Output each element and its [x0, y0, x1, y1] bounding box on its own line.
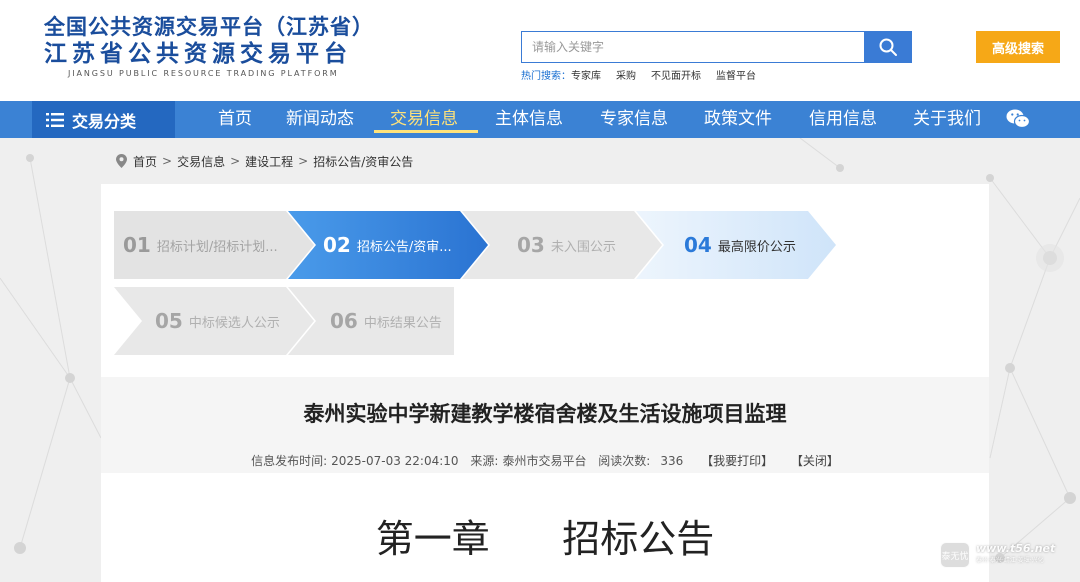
step-label: 中标结果公告: [363, 315, 442, 331]
nav-item-entity-info[interactable]: 主体信息: [495, 101, 563, 138]
article-title: 泰州实验中学新建教学楼宿舍楼及生活设施项目监理: [303, 402, 787, 426]
category-menu-label: 交易分类: [72, 111, 137, 131]
process-step-04[interactable]: 04 最高限价公示: [636, 211, 836, 279]
nav-item-policy[interactable]: 政策文件: [704, 101, 772, 138]
search-button[interactable]: [864, 31, 912, 63]
logo-title-line2: 江苏省公共资源交易平台: [44, 41, 352, 67]
site-watermark: 泰无忧 www.t56.net 泰州·泰兴·靖江·姜堰·兴化: [940, 538, 1070, 572]
nav-item-news[interactable]: 新闻动态: [286, 101, 354, 138]
reads-label: 阅读次数:: [598, 454, 651, 468]
process-step-05[interactable]: 05 中标候选人公示: [114, 287, 314, 355]
logo-subtitle-en: JIANGSU PUBLIC RESOURCE TRADING PLATFORM: [68, 69, 339, 78]
breadcrumb-item[interactable]: 建设工程: [245, 153, 293, 170]
step-label: 中标候选人公示: [188, 315, 280, 331]
nav-item-credit[interactable]: 信用信息: [809, 101, 877, 138]
publish-label: 信息发布时间:: [251, 454, 328, 468]
watermark-subtitle: 泰州·泰兴·靖江·姜堰·兴化: [976, 557, 1044, 564]
step-number: 05: [155, 309, 183, 333]
logo-title-line1: 全国公共资源交易平台（江苏省）: [44, 15, 374, 39]
wechat-icon[interactable]: [1006, 108, 1030, 130]
nav-active-indicator: [374, 130, 478, 133]
menu-list-icon: [46, 112, 64, 127]
process-step-02[interactable]: 02 招标公告/资审...: [288, 211, 488, 279]
step-number: 06: [330, 309, 358, 333]
step-number: 02: [323, 233, 351, 257]
breadcrumb-item[interactable]: 交易信息: [177, 153, 225, 170]
source-label: 来源:: [470, 454, 499, 468]
process-step-06[interactable]: 06 中标结果公告: [288, 287, 458, 355]
site-logo[interactable]: 全国公共资源交易平台（江苏省） 江苏省公共资源交易平台 JIANGSU PUBL…: [44, 14, 374, 80]
process-step-01[interactable]: 01 招标计划/招标计划...: [114, 211, 314, 279]
site-header: 全国公共资源交易平台（江苏省） 江苏省公共资源交易平台 JIANGSU PUBL…: [0, 0, 1080, 101]
breadcrumb: 首页 > 交易信息 > 建设工程 > 招标公告/资审公告: [116, 152, 413, 170]
hot-search-link[interactable]: 采购: [616, 71, 636, 82]
hot-search-label: 热门搜索：: [521, 71, 571, 82]
step-number: 01: [123, 233, 151, 257]
breadcrumb-item[interactable]: 招标公告/资审公告: [313, 153, 413, 170]
main-nav: 交易分类 首页 新闻动态 交易信息 主体信息 专家信息 政策文件 信用信息 关于…: [0, 101, 1080, 138]
nav-item-about[interactable]: 关于我们: [913, 101, 981, 138]
hot-search-link[interactable]: 不见面开标: [651, 71, 701, 82]
breadcrumb-separator: >: [162, 154, 173, 168]
hot-search: 热门搜索：专家库 采购 不见面开标 监督平台: [521, 67, 771, 82]
step-label: 招标计划/招标计划...: [156, 239, 278, 255]
chapter-heading: 第一章 招标公告: [375, 517, 715, 561]
location-pin-icon: [116, 154, 127, 168]
search-input[interactable]: [522, 32, 864, 62]
nav-item-home[interactable]: 首页: [218, 101, 252, 138]
hot-search-link[interactable]: 监督平台: [716, 71, 756, 82]
step-label: 最高限价公示: [717, 239, 796, 255]
breadcrumb-item[interactable]: 首页: [133, 153, 157, 170]
search-icon: [879, 38, 897, 56]
print-button[interactable]: 【我要打印】: [701, 454, 773, 468]
article-meta: 信息发布时间: 2025-07-03 22:04:10 来源: 泰州市交易平台 阅读…: [101, 452, 989, 469]
reads-count: 336: [660, 454, 684, 468]
advanced-search-button[interactable]: 高级搜索: [976, 31, 1060, 63]
watermark-text: www.t56.net 泰州·泰兴·靖江·姜堰·兴化: [976, 543, 1055, 567]
step-number: 04: [684, 233, 712, 257]
source-value: 泰州市交易平台: [502, 454, 587, 468]
category-menu-button[interactable]: 交易分类: [32, 101, 175, 138]
step-number: 03: [517, 233, 545, 257]
breadcrumb-separator: >: [298, 154, 309, 168]
publish-time: 2025-07-03 22:04:10: [331, 454, 459, 468]
hot-search-link[interactable]: 专家库: [571, 71, 601, 82]
step-label: 招标公告/资审...: [356, 239, 452, 255]
step-label: 未入围公示: [550, 239, 616, 255]
close-button[interactable]: 【关闭】: [791, 454, 839, 468]
watermark-site: www.t56.net: [976, 542, 1056, 555]
search-box: [521, 31, 865, 63]
breadcrumb-separator: >: [230, 154, 241, 168]
nav-item-expert-info[interactable]: 专家信息: [600, 101, 668, 138]
watermark-logo: 泰无忧: [940, 542, 970, 568]
process-step-03[interactable]: 03 未入围公示: [462, 211, 662, 279]
